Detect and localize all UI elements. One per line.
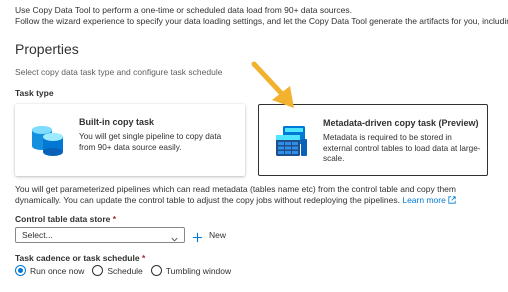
metadata-driven-copy-task-card[interactable]: Metadata-driven copy task (Preview) Meta…	[258, 104, 488, 176]
task-cadence-radio-group: Run once now Schedule Tumbling window	[15, 265, 239, 276]
learn-more-link[interactable]: Learn more	[402, 195, 456, 205]
parameterized-description: You will get parameterized pipelines whi…	[15, 184, 456, 205]
external-link-icon	[448, 195, 456, 205]
radio-selected-icon	[15, 265, 26, 276]
learn-more-label: Learn more	[402, 195, 446, 205]
required-mark: *	[112, 214, 117, 224]
radio-tumbling-window[interactable]: Tumbling window	[150, 265, 232, 276]
parameterized-pipelines-text: You will get parameterized pipelines whi…	[15, 184, 500, 206]
metadata-card-description: Metadata is required to be stored in ext…	[323, 133, 481, 163]
properties-subtitle: Select copy data task type and configure…	[15, 67, 223, 77]
chevron-down-icon	[170, 231, 179, 242]
radio-label: Run once now	[30, 265, 85, 276]
radio-label: Tumbling window	[165, 265, 232, 276]
required-mark: *	[141, 253, 146, 263]
annotation-arrow-icon	[244, 58, 304, 114]
new-control-table-button[interactable]: New	[192, 227, 226, 243]
intro-line-1: Use Copy Data Tool to perform a one-time…	[15, 5, 352, 15]
radio-unselected-icon	[150, 265, 162, 276]
builtin-card-title: Built-in copy task	[79, 117, 155, 127]
new-button-label: New	[209, 230, 227, 240]
task-cadence-label: Task cadence or task schedule *	[15, 253, 145, 263]
control-table-label: Control table data store *	[15, 214, 116, 224]
builtin-copy-task-card[interactable]: Built-in copy task You will get single p…	[15, 104, 245, 176]
database-cylinders-icon	[29, 122, 65, 158]
metadata-table-icon	[273, 123, 309, 159]
radio-label: Schedule	[107, 265, 143, 276]
builtin-card-description: You will get single pipeline to copy dat…	[79, 132, 222, 152]
plus-icon	[192, 230, 203, 242]
radio-unselected-icon	[92, 265, 104, 276]
radio-run-once-now[interactable]: Run once now	[15, 265, 84, 276]
radio-schedule[interactable]: Schedule	[92, 265, 143, 276]
task-cadence-label-text: Task cadence or task schedule	[15, 253, 140, 263]
intro-line-2: Follow the wizard experience to specify …	[15, 16, 508, 26]
task-type-label: Task type	[15, 88, 54, 98]
properties-title: Properties	[15, 41, 79, 57]
control-table-dropdown[interactable]: Select...	[15, 227, 185, 243]
control-table-label-text: Control table data store	[15, 214, 111, 224]
metadata-card-title: Metadata-driven copy task (Preview)	[323, 118, 479, 128]
intro-text: Use Copy Data Tool to perform a one-time…	[15, 5, 508, 27]
control-table-dropdown-value: Select...	[22, 230, 53, 240]
